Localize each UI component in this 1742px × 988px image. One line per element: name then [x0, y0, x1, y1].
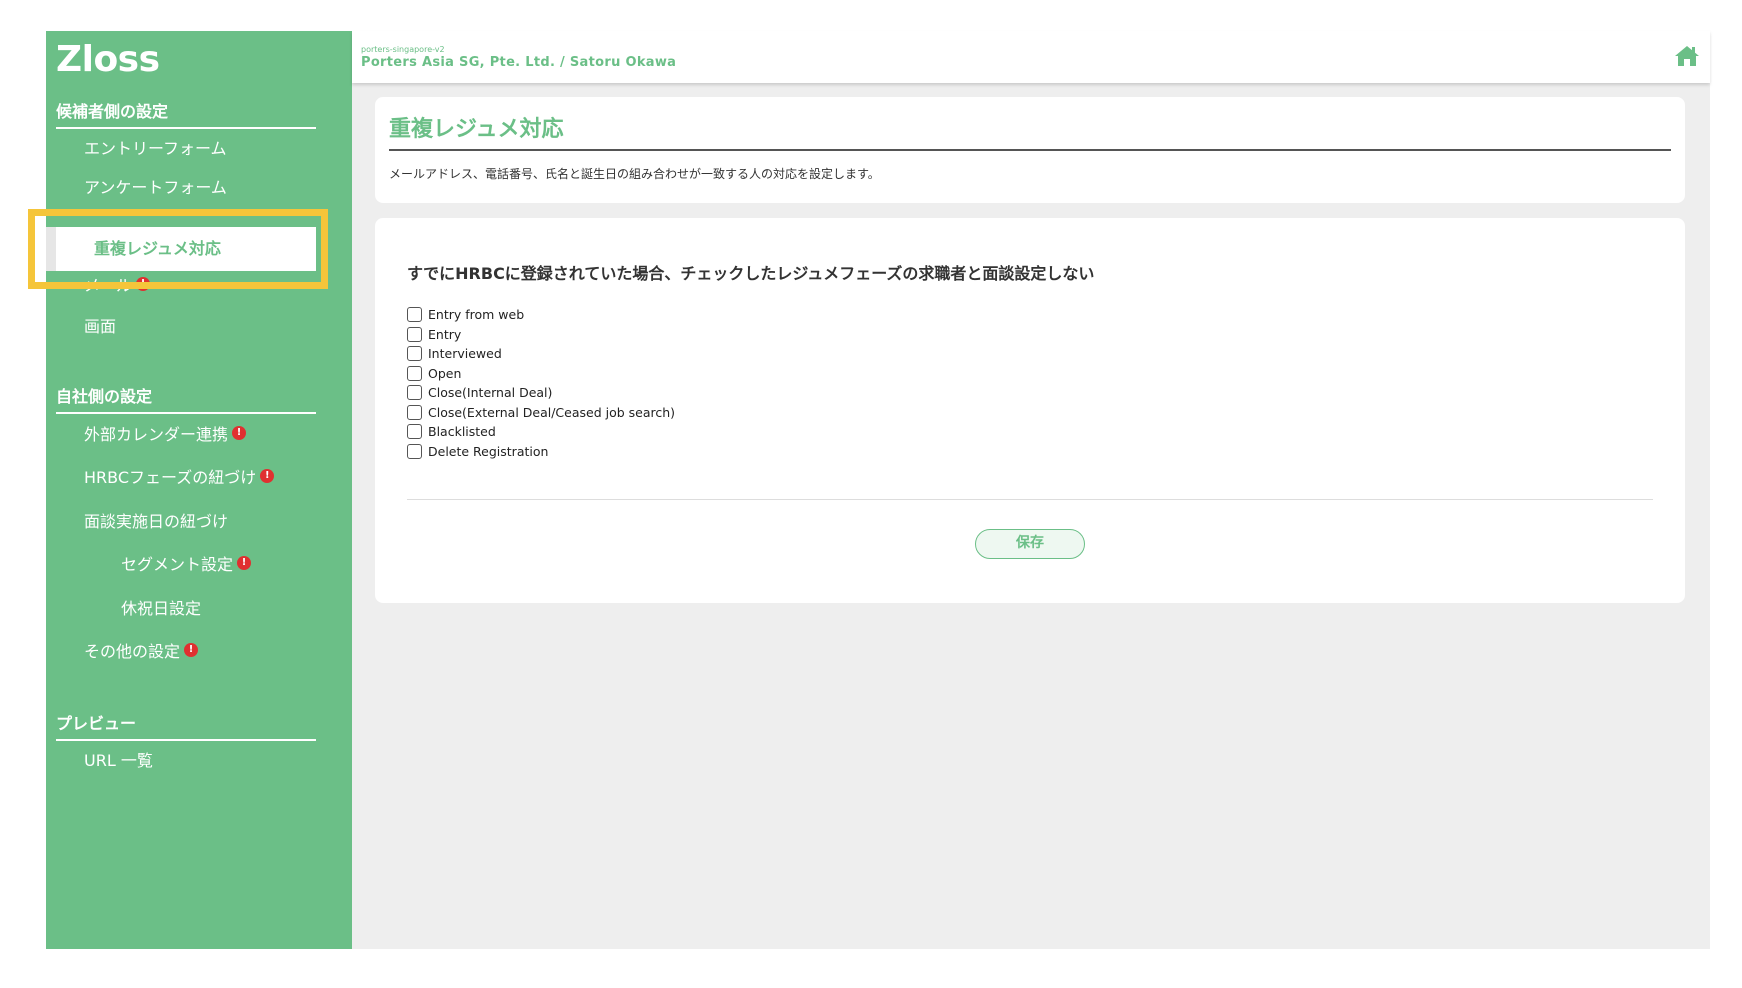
sidebar-item-survey-form[interactable]: アンケートフォーム — [84, 166, 227, 210]
sidebar-item-hrbc-phase[interactable]: HRBCフェーズの紐づけ! — [84, 456, 275, 500]
sidebar-item-external-calendar[interactable]: 外部カレンダー連携! — [84, 413, 247, 457]
sidebar-item-other-settings[interactable]: その他の設定! — [84, 630, 199, 674]
sidebar: Zloss 候補者側の設定 エントリーフォーム アンケートフォーム 重複レジュメ… — [28, 31, 352, 949]
checkbox[interactable] — [407, 424, 422, 440]
checkbox[interactable] — [407, 346, 422, 362]
checkbox-delete-registration[interactable]: Delete Registration — [407, 442, 675, 462]
app-window: Zloss 候補者側の設定 エントリーフォーム アンケートフォーム 重複レジュメ… — [28, 31, 1710, 949]
checkbox-close-external[interactable]: Close(External Deal/Ceased job search) — [407, 403, 675, 423]
page-description: メールアドレス、電話番号、氏名と誕生日の組み合わせが一致する人の対応を設定します… — [389, 167, 880, 181]
checkbox-entry[interactable]: Entry — [407, 325, 675, 345]
section-title-preview: プレビュー — [56, 710, 316, 741]
checkbox-interviewed[interactable]: Interviewed — [407, 344, 675, 364]
checkbox[interactable] — [407, 443, 422, 459]
checkbox[interactable] — [407, 307, 422, 323]
alert-badge: ! — [232, 426, 247, 440]
checkbox-blacklisted[interactable]: Blacklisted — [407, 422, 675, 442]
divider — [407, 499, 1653, 500]
company-user: Porters Asia SG, Pte. Ltd. / Satoru Okaw… — [361, 55, 677, 70]
checkbox[interactable] — [407, 404, 422, 420]
save-button[interactable]: 保存 — [975, 529, 1085, 559]
logo: Zloss — [56, 39, 160, 80]
alert-badge: ! — [237, 556, 252, 570]
tenant-id: porters-singapore-v2 — [361, 45, 445, 54]
checkbox[interactable] — [407, 385, 422, 401]
sidebar-item-holidays[interactable]: 休祝日設定 — [121, 587, 201, 631]
top-bar: porters-singapore-v2 Porters Asia SG, Pt… — [352, 31, 1710, 83]
checkbox[interactable] — [407, 365, 422, 381]
alert-badge: ! — [136, 277, 151, 291]
alert-badge: ! — [184, 643, 199, 657]
sidebar-item-mail[interactable]: メール! — [84, 264, 151, 308]
title-card: 重複レジュメ対応 メールアドレス、電話番号、氏名と誕生日の組み合わせが一致する人… — [375, 97, 1685, 203]
phase-checklist: Entry from web Entry Interviewed Open Cl… — [407, 305, 675, 461]
settings-card: すでにHRBCに登録されていた場合、チェックしたレジュメフェーズの求職者と面談設… — [375, 218, 1685, 603]
sidebar-item-segment[interactable]: セグメント設定! — [121, 543, 252, 587]
question-label: すでにHRBCに登録されていた場合、チェックしたレジュメフェーズの求職者と面談設… — [407, 264, 1095, 283]
checkbox[interactable] — [407, 326, 422, 342]
sidebar-item-screen[interactable]: 画面 — [84, 305, 116, 349]
home-icon[interactable] — [1674, 44, 1700, 68]
alert-badge: ! — [260, 469, 275, 483]
sidebar-item-url-list[interactable]: URL 一覧 — [84, 739, 153, 783]
checkbox-open[interactable]: Open — [407, 364, 675, 384]
section-title-company: 自社側の設定 — [56, 383, 316, 414]
page-title: 重複レジュメ対応 — [389, 111, 1671, 151]
sidebar-item-interview-date[interactable]: 面談実施日の紐づけ — [84, 500, 228, 544]
sidebar-item-entry-form[interactable]: エントリーフォーム — [84, 127, 227, 171]
checkbox-entry-from-web[interactable]: Entry from web — [407, 305, 675, 325]
checkbox-close-internal[interactable]: Close(Internal Deal) — [407, 383, 675, 403]
section-title-candidate: 候補者側の設定 — [56, 98, 316, 129]
